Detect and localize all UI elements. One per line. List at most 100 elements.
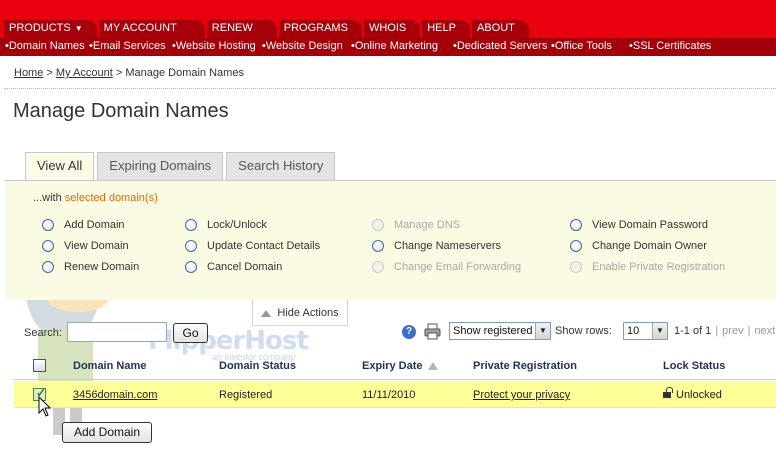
actions-panel: ...with selected domain(s) Add Domain Vi… [5, 180, 776, 300]
chevron-down-icon[interactable]: ▼ [652, 323, 667, 339]
action-label: Change Email Forwarding [394, 261, 522, 273]
action-update-contact-details[interactable]: Update Contact Details [185, 240, 320, 253]
selected-domains-text: selected domain(s) [64, 192, 158, 204]
hide-actions-label: Hide Actions [277, 307, 339, 319]
action-label: View Domain [64, 240, 129, 252]
breadcrumb-home[interactable]: Home [14, 67, 43, 79]
search-label: Search: [24, 327, 62, 339]
action-change-nameservers[interactable]: Change Nameservers [372, 240, 501, 253]
go-button[interactable]: Go [173, 323, 208, 343]
top-nav-my-account[interactable]: MY ACCOUNT [98, 20, 205, 38]
prev-link[interactable]: prev [722, 325, 743, 337]
radio-icon[interactable] [185, 219, 197, 232]
action-label: Lock/Unlock [207, 219, 267, 231]
top-nav-whois[interactable]: WHOIS [363, 20, 421, 38]
action-change-email-forwarding: Change Email Forwarding [372, 261, 522, 274]
top-nav-label: PROGRAMS [283, 22, 348, 34]
divider [4, 88, 776, 89]
view-tabs: View All Expiring Domains Search History [25, 152, 338, 181]
page-info: 1-1 of 1 [674, 325, 712, 337]
with-selected-label: ...with selected domain(s) [33, 192, 158, 204]
breadcrumb-my-account[interactable]: My Account [56, 67, 113, 79]
sub-nav-office-tools[interactable]: •Office Tools [551, 40, 612, 52]
radio-icon[interactable] [42, 240, 54, 253]
pager-separator: | [747, 325, 751, 337]
with-prefix: ...with [33, 192, 65, 204]
top-nav-programs[interactable]: PROGRAMS [278, 20, 362, 38]
select-all-checkbox[interactable] [33, 359, 46, 372]
top-nav-label: ABOUT [476, 22, 515, 34]
sub-nav-website-hosting[interactable]: •Website Hosting [172, 40, 256, 52]
printer-icon[interactable] [424, 323, 441, 340]
pager-separator: | [715, 325, 719, 337]
radio-icon [570, 261, 582, 274]
radio-icon[interactable] [372, 240, 384, 253]
expiry-date: 11/11/2010 [362, 389, 416, 401]
show-filter-select[interactable]: Show registered ▼ [449, 322, 551, 340]
radio-icon[interactable] [185, 261, 197, 274]
rows-value: 10 [627, 325, 640, 337]
top-nav-label: RENEW [211, 22, 253, 34]
sub-nav-website-design[interactable]: •Website Design [262, 40, 343, 52]
tab-view-all[interactable]: View All [25, 152, 95, 181]
pager: 1-1 of 1 | prev | next [674, 325, 775, 337]
tab-expiring-domains[interactable]: Expiring Domains [97, 152, 224, 180]
radio-icon[interactable] [42, 219, 54, 232]
breadcrumb-separator: > [115, 67, 123, 79]
help-icon[interactable]: ? [402, 325, 416, 339]
action-view-domain[interactable]: View Domain [42, 240, 129, 253]
sub-nav-online-marketing[interactable]: •Online Marketing [351, 40, 438, 52]
action-label: Change Domain Owner [592, 240, 707, 252]
row-checkbox[interactable]: ✓ [33, 386, 46, 401]
column-expiry-date[interactable]: Expiry Date [362, 360, 438, 372]
column-private-registration[interactable]: Private Registration [473, 360, 577, 372]
next-link[interactable]: next [754, 325, 775, 337]
breadcrumb: Home > My Account > Manage Domain Names [14, 67, 244, 79]
search-input[interactable] [67, 322, 167, 342]
sort-ascending-icon [427, 362, 438, 370]
radio-icon[interactable] [42, 261, 54, 274]
action-label: Manage DNS [394, 219, 461, 231]
chevron-down-icon[interactable]: ▼ [535, 323, 550, 339]
radio-icon[interactable] [570, 240, 582, 253]
sub-nav-domain-names[interactable]: •Domain Names [5, 40, 85, 52]
sub-nav-ssl-certificates[interactable]: •SSL Certificates [629, 40, 711, 52]
column-lock-status[interactable]: Lock Status [663, 360, 725, 372]
tab-search-history[interactable]: Search History [226, 152, 336, 180]
lock-status[interactable]: Unlocked [663, 387, 722, 401]
top-nav: PRODUCTS ▼ MY ACCOUNT RENEW PROGRAMS WHOI… [4, 20, 531, 38]
domain-status: Registered [219, 389, 273, 401]
action-add-domain[interactable]: Add Domain [42, 219, 125, 232]
top-nav-about[interactable]: ABOUT [471, 20, 529, 38]
top-nav-products[interactable]: PRODUCTS ▼ [4, 20, 97, 38]
add-domain-button[interactable]: Add Domain [62, 422, 152, 443]
sub-nav-dedicated-servers[interactable]: •Dedicated Servers [453, 40, 547, 52]
action-change-domain-owner[interactable]: Change Domain Owner [570, 240, 707, 253]
sub-nav-email-services[interactable]: •Email Services [89, 40, 166, 52]
column-domain-name[interactable]: Domain Name [73, 360, 146, 372]
table-header: Domain Name Domain Status Expiry Date Pr… [14, 354, 776, 380]
protect-privacy-link[interactable]: Protect your privacy [473, 389, 570, 401]
action-label: Change Nameservers [394, 240, 501, 252]
action-view-domain-password[interactable]: View Domain Password [570, 219, 708, 232]
lock-status-label: Unlocked [676, 389, 722, 401]
top-nav-help[interactable]: HELP [422, 20, 470, 38]
table-row: ✓ 3456domain.com Registered 11/11/2010 P… [14, 381, 776, 408]
top-nav-renew[interactable]: RENEW [206, 20, 277, 38]
action-cancel-domain[interactable]: Cancel Domain [185, 261, 282, 274]
rows-per-page-select[interactable]: 10 ▼ [623, 322, 668, 340]
show-filter-value: Show registered [453, 325, 533, 337]
action-manage-dns: Manage DNS [372, 219, 461, 232]
domain-name-link[interactable]: 3456domain.com [73, 389, 157, 401]
action-lock-unlock[interactable]: Lock/Unlock [185, 219, 267, 232]
watermark-brand: FlipperHost [148, 326, 309, 356]
watermark-logo: FlipperHost [148, 326, 309, 356]
radio-icon [372, 219, 384, 232]
radio-icon[interactable] [185, 240, 197, 253]
column-domain-status[interactable]: Domain Status [219, 360, 296, 372]
radio-icon[interactable] [570, 219, 582, 232]
top-nav-bar: PRODUCTS ▼ MY ACCOUNT RENEW PROGRAMS WHOI… [0, 0, 776, 38]
breadcrumb-current: Manage Domain Names [125, 67, 244, 79]
action-renew-domain[interactable]: Renew Domain [42, 261, 139, 274]
hide-actions-button[interactable]: Hide Actions [252, 300, 348, 326]
